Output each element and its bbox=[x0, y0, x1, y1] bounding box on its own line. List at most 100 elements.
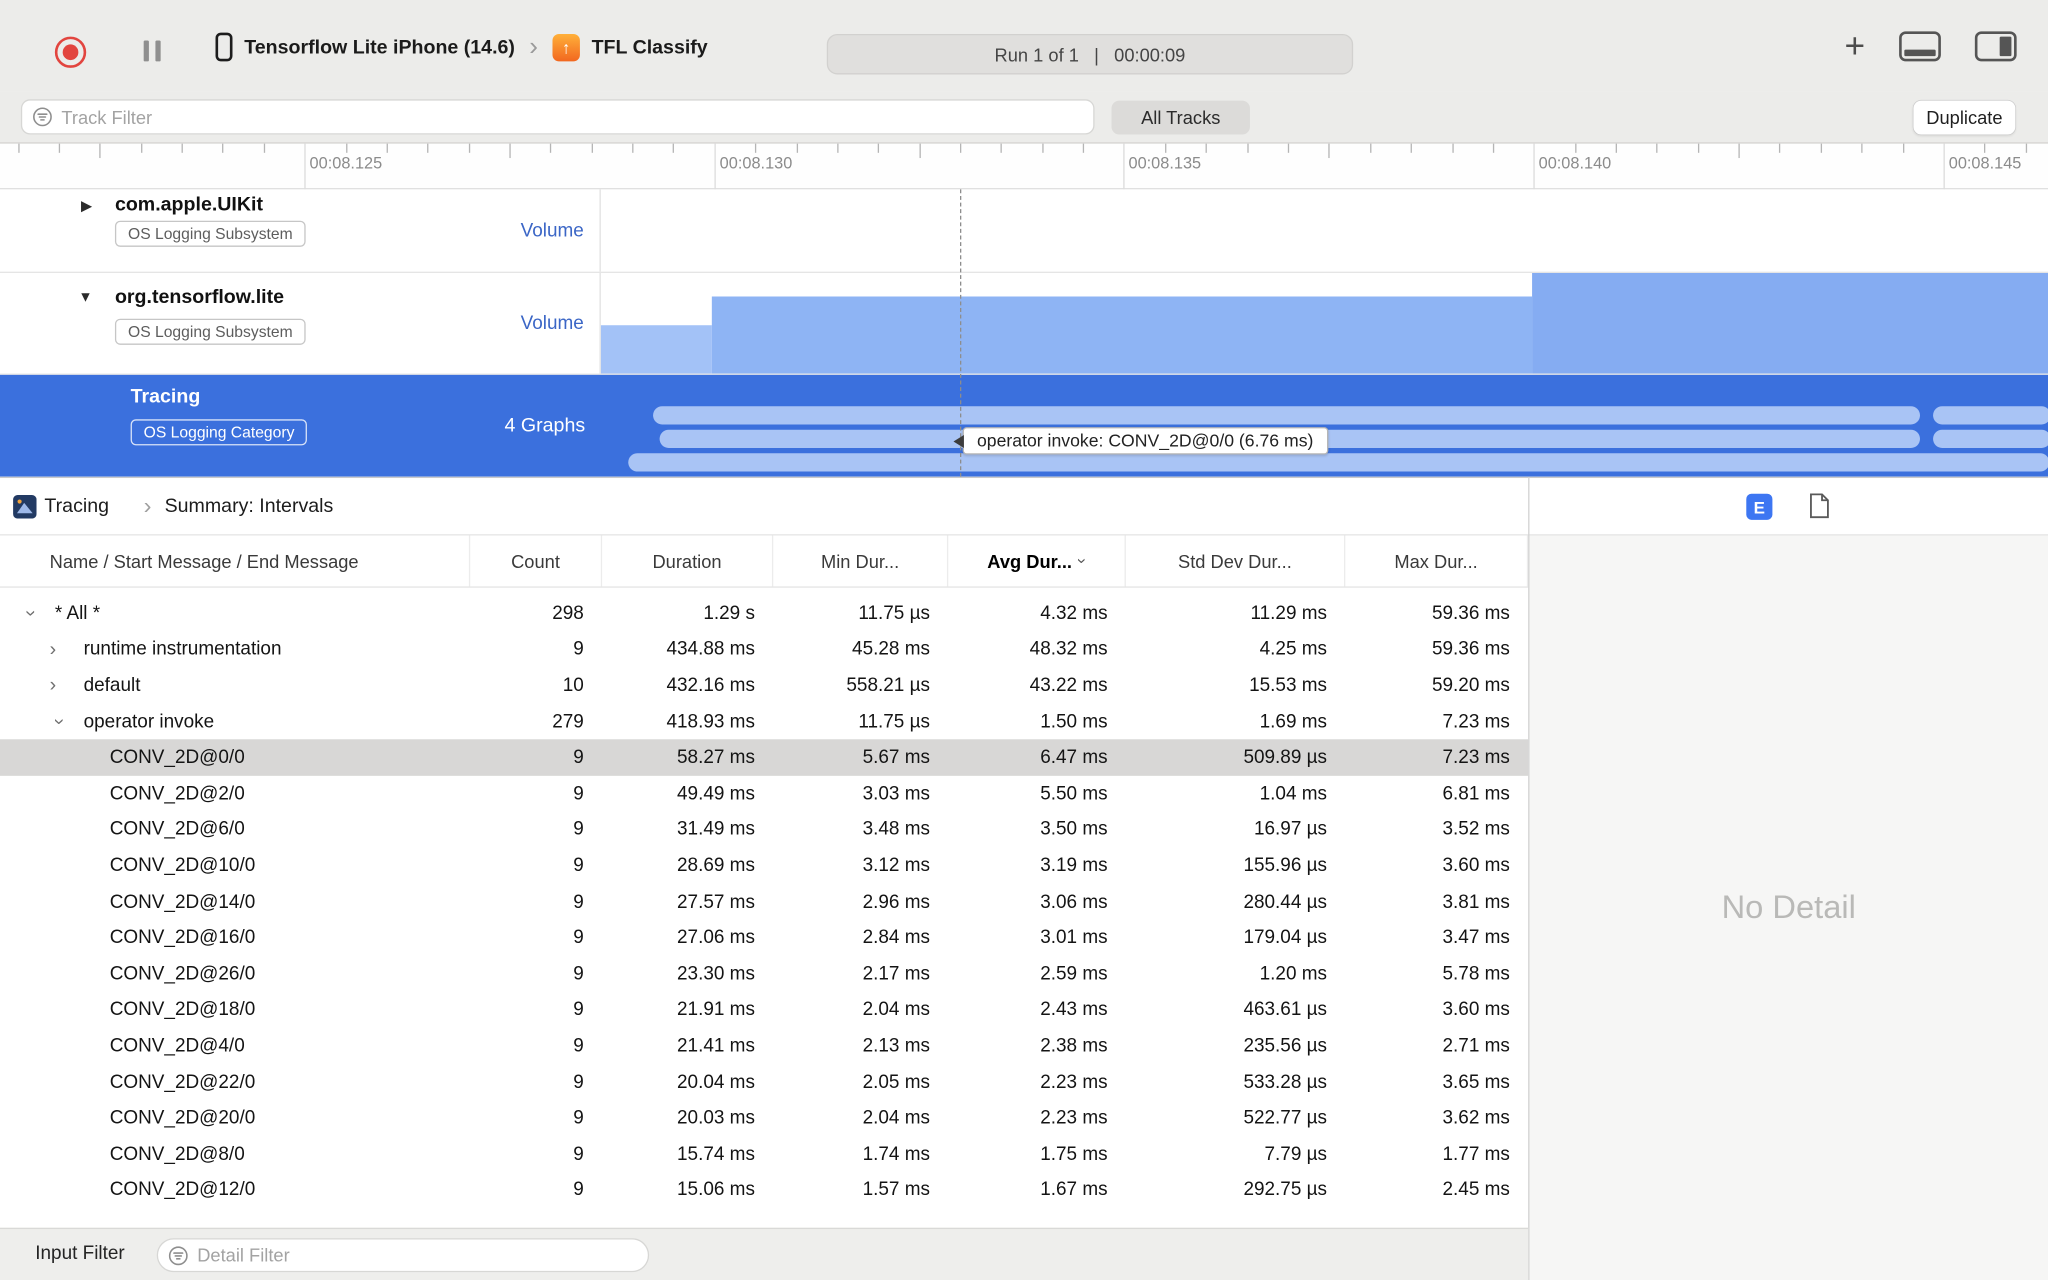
column-header-stddev-duration[interactable]: Std Dev Dur... bbox=[1126, 535, 1346, 587]
ruler-tick bbox=[1492, 143, 1494, 153]
cell-duration: 418.93 ms bbox=[666, 711, 755, 733]
target-name: TFL Classify bbox=[591, 35, 708, 59]
table-row[interactable]: CONV_2D@6/0 9 31.49 ms 3.48 ms 3.50 ms 16.97 … bbox=[0, 812, 1528, 848]
instruments-window: Tensorflow Lite iPhone (14.6) › ↑ TFL Cl… bbox=[0, 0, 2048, 1280]
table-row[interactable]: › * All * 298 1.29 s 11.75 µs 4.32 ms 11.29 ms… bbox=[0, 596, 1528, 632]
detail-filter-field[interactable] bbox=[156, 1238, 650, 1273]
table-row[interactable]: › runtime instrumentation 9 434.88 ms 45.28 … bbox=[0, 632, 1528, 668]
right-panel-toggle-icon[interactable] bbox=[1974, 30, 2017, 61]
filter-bar: All Tracks Duplicate bbox=[0, 91, 2048, 144]
iphone-icon bbox=[215, 32, 233, 62]
cell-duration: 432.16 ms bbox=[666, 675, 755, 697]
table-row[interactable]: › operator invoke 279 418.93 ms 11.75 µs 1.50… bbox=[0, 704, 1528, 740]
table-row[interactable]: CONV_2D@22/0 9 20.04 ms 2.05 ms 2.23 ms 533.2… bbox=[0, 1064, 1528, 1100]
ruler-tick bbox=[2025, 143, 2027, 153]
column-header-min-duration[interactable]: Min Dur... bbox=[773, 535, 949, 587]
table-row[interactable]: CONV_2D@16/0 9 27.06 ms 2.84 ms 3.01 ms 179.0… bbox=[0, 920, 1528, 956]
table-row[interactable]: CONV_2D@14/0 9 27.57 ms 2.96 ms 3.06 ms 280.4… bbox=[0, 884, 1528, 920]
disclosure-collapsed-icon[interactable]: › bbox=[50, 639, 84, 661]
breadcrumb-page[interactable]: Summary: Intervals bbox=[165, 495, 334, 517]
cell-duration: 21.91 ms bbox=[677, 999, 755, 1021]
device-target-chip[interactable]: Tensorflow Lite iPhone (14.6) › ↑ TFL Cl… bbox=[215, 29, 708, 66]
interval-bar[interactable] bbox=[628, 453, 2048, 472]
table-row[interactable]: CONV_2D@2/0 9 49.49 ms 3.03 ms 5.50 ms 1.04 m… bbox=[0, 776, 1528, 812]
add-instrument-button[interactable]: + bbox=[1845, 27, 1866, 63]
column-header-duration[interactable]: Duration bbox=[602, 535, 774, 587]
disclosure-expanded-icon[interactable]: › bbox=[48, 712, 70, 732]
tracing-intervals[interactable]: operator invoke: CONV_2D@0/0 (6.76 ms) bbox=[601, 375, 2048, 477]
table-row[interactable]: CONV_2D@4/0 9 21.41 ms 2.13 ms 2.38 ms 235.56… bbox=[0, 1028, 1528, 1064]
row-name-cell: CONV_2D@22/0 bbox=[0, 1064, 470, 1100]
track-row-tracing-selected[interactable]: Tracing OS Logging Category 4 Graphs ope… bbox=[0, 374, 2048, 477]
document-icon[interactable] bbox=[1809, 492, 1830, 519]
table-row[interactable]: CONV_2D@8/0 9 15.74 ms 1.74 ms 1.75 ms 7.79 µ… bbox=[0, 1136, 1528, 1172]
duplicate-button[interactable]: Duplicate bbox=[1913, 100, 2016, 135]
cell-avg: 1.75 ms bbox=[1040, 1143, 1108, 1165]
detail-header-bar: Tracing › Summary: Intervals E bbox=[0, 476, 2048, 536]
cell-max: 59.20 ms bbox=[1431, 675, 1510, 697]
run-status-text: Run 1 of 1 | 00:00:09 bbox=[994, 43, 1186, 65]
ruler-tick bbox=[1042, 143, 1044, 153]
ruler-major-tick bbox=[304, 143, 306, 190]
cell-count: 9 bbox=[573, 1143, 584, 1165]
table-row[interactable]: CONV_2D@10/0 9 28.69 ms 3.12 ms 3.19 ms 155.9… bbox=[0, 848, 1528, 884]
record-dot-icon bbox=[62, 44, 79, 61]
cell-min: 1.74 ms bbox=[862, 1143, 930, 1165]
table-row[interactable]: CONV_2D@0/0 9 58.27 ms 5.67 ms 6.47 ms 509.89… bbox=[0, 739, 1529, 776]
disclosure-expanded-icon[interactable]: › bbox=[20, 604, 42, 624]
ruler-major-tick bbox=[1943, 143, 1945, 190]
table-row[interactable]: › default 10 432.16 ms 558.21 µs 43.22 ms 15.5… bbox=[0, 668, 1528, 704]
column-header-name[interactable]: Name / Start Message / End Message bbox=[0, 535, 471, 587]
cell-avg: 1.50 ms bbox=[1040, 711, 1108, 733]
table-row[interactable]: CONV_2D@26/0 9 23.30 ms 2.17 ms 2.59 ms 1.20 … bbox=[0, 956, 1528, 992]
column-header-count[interactable]: Count bbox=[470, 535, 603, 587]
all-tracks-button[interactable]: All Tracks bbox=[1111, 100, 1250, 135]
breadcrumb-root[interactable]: Tracing bbox=[44, 495, 109, 517]
cell-max: 3.62 ms bbox=[1442, 1107, 1510, 1129]
playhead-line[interactable] bbox=[960, 189, 962, 477]
row-name: CONV_2D@16/0 bbox=[109, 927, 256, 949]
track-filter-field[interactable] bbox=[20, 99, 1095, 135]
column-header-max-duration[interactable]: Max Dur... bbox=[1345, 535, 1529, 587]
interval-bar[interactable] bbox=[1933, 429, 2048, 448]
interval-bar[interactable] bbox=[1933, 406, 2048, 425]
volume-area-chart[interactable] bbox=[600, 272, 2048, 374]
disclosure-expanded-icon[interactable]: ▼ bbox=[78, 290, 92, 306]
disclosure-collapsed-icon[interactable]: ▶ bbox=[81, 197, 92, 215]
cell-max: 3.60 ms bbox=[1442, 999, 1510, 1021]
cell-count: 9 bbox=[573, 1179, 584, 1201]
tooltip-arrow-icon bbox=[953, 434, 964, 448]
disclosure-collapsed-icon[interactable]: › bbox=[50, 675, 84, 697]
column-header-avg-duration[interactable]: Avg Dur... › bbox=[948, 535, 1126, 587]
ruler-tick bbox=[673, 143, 675, 153]
toolbar: Tensorflow Lite iPhone (14.6) › ↑ TFL Cl… bbox=[0, 0, 2048, 92]
track-badge: OS Logging Category bbox=[130, 419, 308, 446]
cell-avg: 3.50 ms bbox=[1040, 819, 1108, 841]
ruler-major-tick bbox=[1123, 143, 1125, 190]
track-row-uikit[interactable]: ▶ com.apple.UIKit OS Logging Subsystem V… bbox=[0, 189, 2048, 273]
bottom-panel-toggle-icon[interactable] bbox=[1899, 30, 1941, 61]
cell-min: 558.21 µs bbox=[846, 675, 930, 697]
row-name-cell: CONV_2D@12/0 bbox=[0, 1172, 470, 1208]
table-row[interactable]: CONV_2D@18/0 9 21.91 ms 2.04 ms 2.43 ms 463.6… bbox=[0, 992, 1528, 1028]
panel-divider[interactable] bbox=[1528, 476, 1530, 1280]
ruler-tick bbox=[1287, 143, 1290, 153]
ruler-label: 00:08.145 bbox=[1948, 154, 2022, 173]
tfl-app-icon: ↑ bbox=[552, 33, 580, 61]
pause-button[interactable] bbox=[143, 40, 161, 62]
cell-avg: 3.06 ms bbox=[1040, 891, 1108, 913]
table-row[interactable]: CONV_2D@12/0 9 15.06 ms 1.57 ms 1.67 ms 292.7… bbox=[0, 1172, 1528, 1208]
row-name-cell: › runtime instrumentation bbox=[0, 632, 470, 668]
row-name-cell: › default bbox=[0, 668, 470, 704]
table-header: Name / Start Message / End Message Count… bbox=[0, 535, 1529, 588]
track-lane-uikit[interactable] bbox=[601, 189, 2048, 271]
track-row-tensorflow[interactable]: ▼ org.tensorflow.lite OS Logging Subsyst… bbox=[0, 272, 2048, 375]
extended-detail-button[interactable]: E bbox=[1746, 493, 1773, 520]
interval-bar[interactable] bbox=[653, 406, 1920, 425]
track-filter-input[interactable] bbox=[61, 106, 1094, 128]
cell-duration: 15.74 ms bbox=[677, 1143, 755, 1165]
cell-min: 11.75 µs bbox=[858, 711, 930, 733]
table-row[interactable]: CONV_2D@20/0 9 20.03 ms 2.04 ms 2.23 ms 522.7… bbox=[0, 1100, 1528, 1136]
record-button[interactable] bbox=[54, 36, 87, 68]
detail-filter-input[interactable] bbox=[197, 1244, 648, 1266]
